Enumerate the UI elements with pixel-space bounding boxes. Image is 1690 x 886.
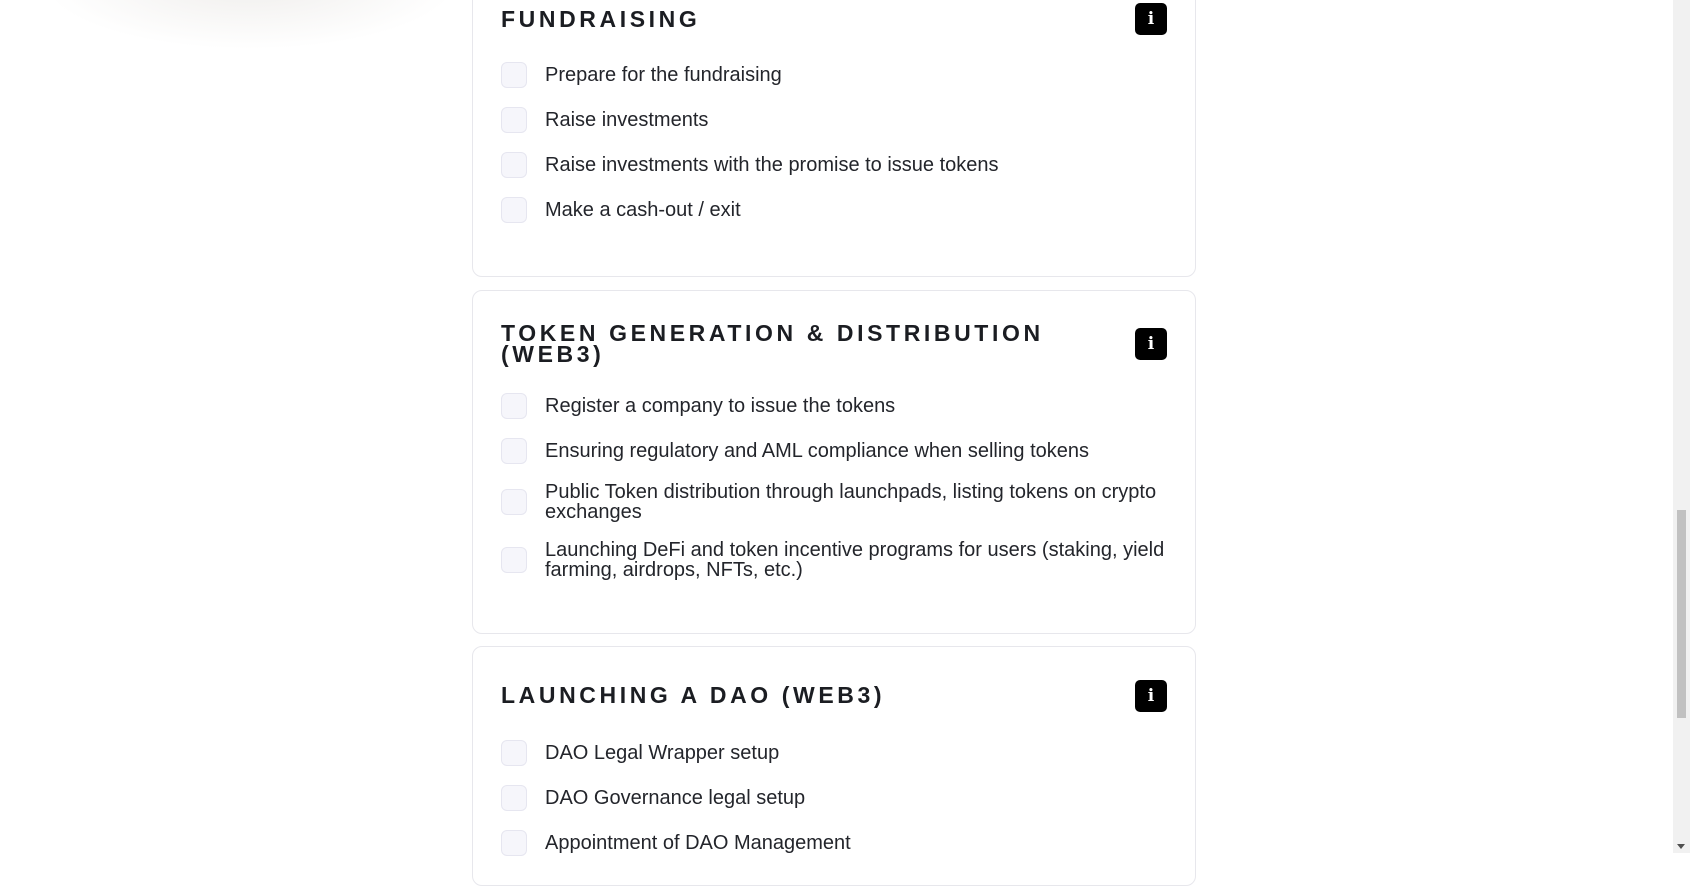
checkbox[interactable] — [501, 740, 527, 766]
checklist-item[interactable]: Raise investments — [501, 107, 1167, 133]
checklist-item[interactable]: Public Token distribution through launch… — [501, 482, 1167, 522]
info-icon: i — [1147, 333, 1155, 354]
checklist-item[interactable]: Ensuring regulatory and AML compliance w… — [501, 438, 1167, 464]
info-button[interactable]: i — [1135, 680, 1167, 712]
checklist-item-label: Raise investments — [545, 109, 709, 131]
checklist-item[interactable]: Prepare for the fundraising — [501, 62, 1167, 88]
info-icon: i — [1147, 8, 1155, 29]
checklist-item-label: DAO Legal Wrapper setup — [545, 742, 780, 764]
checklist-item[interactable]: Raise investments with the promise to is… — [501, 152, 1167, 178]
checklist-item-label: Appointment of DAO Management — [545, 832, 851, 854]
checkbox[interactable] — [501, 197, 527, 223]
checkbox[interactable] — [501, 785, 527, 811]
checkbox[interactable] — [501, 152, 527, 178]
checkbox[interactable] — [501, 62, 527, 88]
checklist-item[interactable]: Launching DeFi and token incentive progr… — [501, 540, 1167, 580]
background-glow — [40, 0, 460, 50]
checklist-item-label: Register a company to issue the tokens — [545, 395, 896, 417]
checklist-item-label: Public Token distribution through launch… — [545, 481, 1157, 523]
scrollbar-thumb[interactable] — [1677, 510, 1686, 718]
checkbox[interactable] — [501, 393, 527, 419]
checklist-item-label: Launching DeFi and token incentive progr… — [545, 539, 1165, 581]
checklist-item[interactable]: DAO Governance legal setup — [501, 785, 1167, 811]
checkbox[interactable] — [501, 830, 527, 856]
checkbox[interactable] — [501, 489, 527, 515]
checklist-item[interactable]: Register a company to issue the tokens — [501, 393, 1167, 419]
checklist-item-label: Ensuring regulatory and AML compliance w… — [545, 440, 1090, 462]
checklist-item-label: Prepare for the fundraising — [545, 64, 782, 86]
checklist-item-label: DAO Governance legal setup — [545, 787, 806, 809]
checklist-item-label: Make a cash-out / exit — [545, 199, 741, 221]
checklist-item-label: Raise investments with the promise to is… — [545, 154, 999, 176]
section-fundraising: FUNDRAISING i Prepare for the fundraisin… — [472, 0, 1196, 277]
vertical-scrollbar[interactable] — [1673, 0, 1690, 853]
info-button[interactable]: i — [1135, 3, 1167, 35]
checkbox[interactable] — [501, 107, 527, 133]
checklist-item[interactable]: Make a cash-out / exit — [501, 197, 1167, 223]
info-button[interactable]: i — [1135, 328, 1167, 360]
section-token-generation: TOKEN GENERATION & DISTRIBUTION (WEB3) i… — [472, 290, 1196, 634]
section-title: TOKEN GENERATION & DISTRIBUTION (WEB3) — [501, 320, 1044, 367]
checklist-item[interactable]: DAO Legal Wrapper setup — [501, 740, 1167, 766]
section-launching-dao: LAUNCHING A DAO (WEB3) i DAO Legal Wrapp… — [472, 646, 1196, 886]
checklist-item[interactable]: Appointment of DAO Management — [501, 830, 1167, 856]
scroll-down-arrow-icon[interactable] — [1677, 844, 1685, 849]
section-title: FUNDRAISING — [501, 6, 701, 32]
checkbox[interactable] — [501, 438, 527, 464]
section-title: LAUNCHING A DAO (WEB3) — [501, 682, 886, 708]
info-icon: i — [1147, 685, 1155, 706]
checkbox[interactable] — [501, 547, 527, 573]
